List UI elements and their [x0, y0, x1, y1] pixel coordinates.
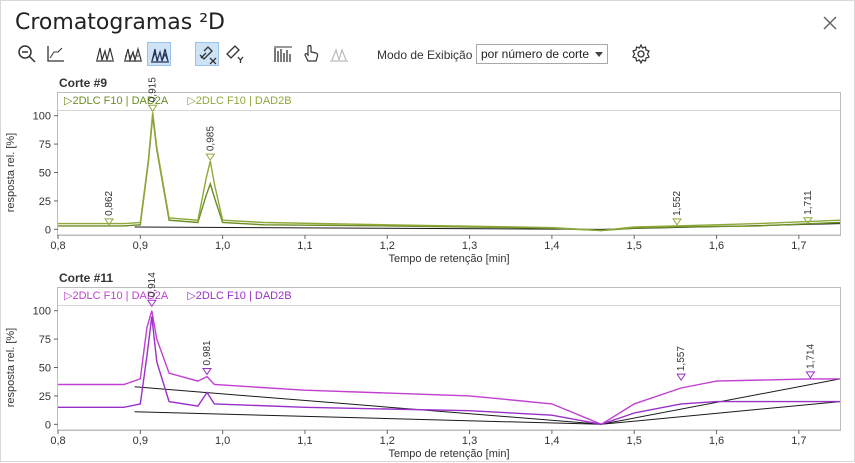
y-axis-title: resposta rel. [%] [5, 328, 17, 407]
x-tick-label: 0,9 [133, 240, 148, 252]
x-tick-label: 1,0 [215, 240, 230, 252]
x-tick-label: 1,5 [627, 435, 642, 447]
y-tick-label: 100 [33, 111, 51, 123]
series-line [58, 112, 841, 232]
x-tick-label: 1,7 [791, 435, 806, 447]
x-tick-label: 1,3 [462, 435, 477, 447]
y-tick-label: 75 [39, 139, 51, 151]
y-tick-label: 50 [39, 168, 51, 180]
x-tick-label: 1,2 [380, 435, 395, 447]
y-tick-label: 100 [33, 306, 51, 318]
series-line [58, 310, 840, 426]
x-axis-title: Tempo de retenção [min] [388, 448, 509, 460]
x-tick-label: 1,6 [709, 240, 724, 252]
peak-label: 1,711 [803, 190, 814, 215]
peak-marker [147, 104, 158, 113]
peak-marker [805, 371, 816, 379]
x-tick-label: 1,3 [462, 240, 477, 252]
y-tick-label: 75 [39, 334, 51, 346]
peak-marker [146, 299, 157, 308]
x-tick-label: 1,1 [297, 435, 312, 447]
x-tick-label: 0,8 [50, 240, 65, 252]
peak-marker [676, 373, 687, 382]
x-tick-label: 1,6 [709, 435, 724, 447]
peak-marker [672, 218, 682, 226]
peak-label: 1,552 [672, 190, 683, 215]
y-tick-label: 0 [45, 419, 51, 431]
peak-label: 1,557 [676, 346, 687, 371]
peak-label: 1,714 [805, 343, 816, 368]
x-tick-label: 1,4 [544, 435, 559, 447]
x-tick-label: 1,4 [544, 240, 559, 252]
x-axis-title: Tempo de retenção [min] [388, 253, 509, 265]
peak-label: 0,914 [147, 272, 158, 297]
peak-marker [202, 367, 212, 376]
peak-marker [205, 153, 216, 162]
y-tick-label: 25 [39, 391, 51, 403]
x-tick-label: 0,9 [133, 435, 148, 447]
y-tick-label: 0 [45, 224, 51, 236]
y-axis-title: resposta rel. [%] [5, 133, 17, 212]
peak-label: 0,981 [202, 340, 213, 365]
chromatogram-plots[interactable]: 0,8 0,9 1,0 1,1 1,2 1,3 1,4 1,5 1,6 1,7 0 25 50 75 100… [1, 1, 855, 463]
x-tick-label: 1,7 [791, 240, 806, 252]
x-tick-label: 1,5 [627, 240, 642, 252]
x-tick-label: 0,8 [50, 435, 65, 447]
y-tick-label: 25 [39, 196, 51, 208]
x-tick-label: 1,1 [297, 240, 312, 252]
x-tick-label: 1,0 [215, 435, 230, 447]
peak-label: 0,862 [104, 190, 115, 215]
x-tick-label: 1,2 [380, 240, 395, 252]
peak-label: 0,985 [205, 126, 216, 151]
series-line [58, 115, 841, 232]
peak-label: 0,915 [148, 77, 159, 102]
series-line [58, 316, 840, 426]
y-tick-label: 50 [39, 363, 51, 375]
